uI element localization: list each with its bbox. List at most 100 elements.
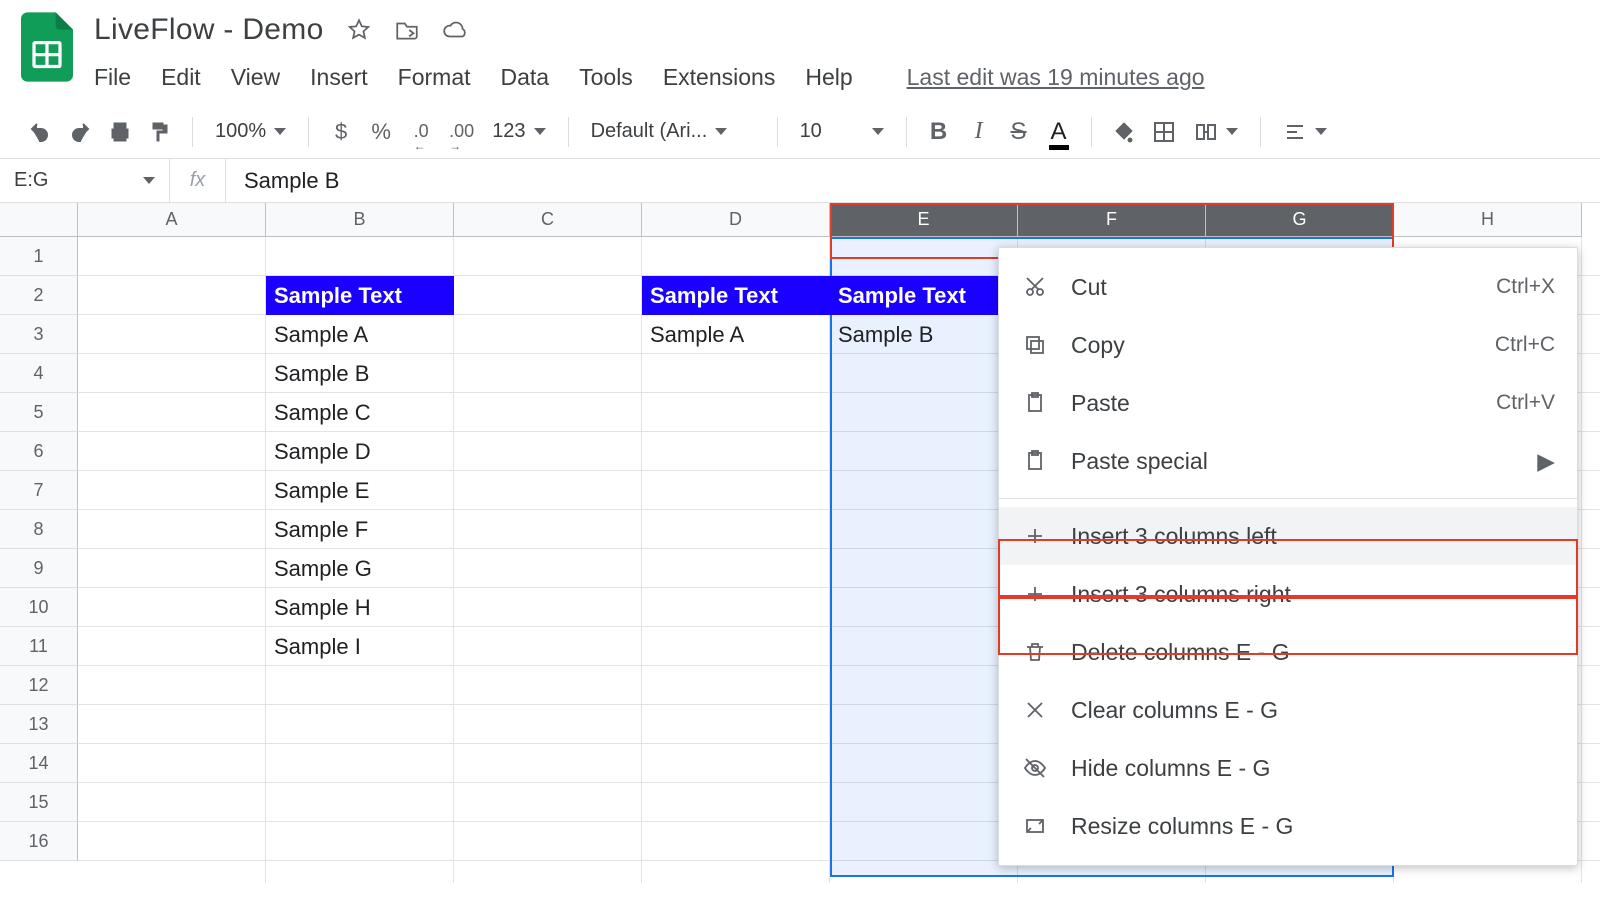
row-header[interactable]: 4 xyxy=(0,354,78,393)
row-header[interactable]: 15 xyxy=(0,783,78,822)
row-header[interactable]: 9 xyxy=(0,549,78,588)
bold-button[interactable]: B xyxy=(921,112,957,152)
decrease-decimal-button[interactable]: .0← xyxy=(403,112,439,152)
ctx-clear-columns[interactable]: Clear columns E - G xyxy=(999,681,1577,739)
caret-down-icon xyxy=(872,128,884,135)
cell-d3[interactable]: Sample A xyxy=(642,315,830,354)
row-header[interactable]: 3 xyxy=(0,315,78,354)
select-all-corner[interactable] xyxy=(0,203,78,237)
toolbar: 100% $ % .0← .00→ 123 Default (Ari... 10… xyxy=(0,105,1600,159)
col-header-b[interactable]: B xyxy=(266,203,454,237)
horizontal-align-button[interactable] xyxy=(1275,112,1335,152)
ctx-hide-columns[interactable]: Hide columns E - G xyxy=(999,739,1577,797)
cell-b2[interactable]: Sample Text xyxy=(266,276,454,315)
paint-format-button[interactable] xyxy=(142,112,178,152)
resize-icon xyxy=(1021,812,1049,840)
menu-view[interactable]: View xyxy=(231,64,280,91)
ctx-insert-columns-left[interactable]: Insert 3 columns left xyxy=(999,507,1577,565)
menu-tools[interactable]: Tools xyxy=(579,64,633,91)
row-header[interactable]: 6 xyxy=(0,432,78,471)
col-header-f[interactable]: F xyxy=(1018,203,1206,237)
menu-file[interactable]: File xyxy=(94,64,131,91)
col-header-c[interactable]: C xyxy=(454,203,642,237)
col-header-d[interactable]: D xyxy=(642,203,830,237)
document-title[interactable]: LiveFlow - Demo xyxy=(94,13,324,47)
caret-down-icon xyxy=(143,177,155,184)
menu-insert[interactable]: Insert xyxy=(310,64,368,91)
caret-down-icon xyxy=(534,128,546,135)
cell-b3[interactable]: Sample A xyxy=(266,315,454,354)
col-header-a[interactable]: A xyxy=(78,203,266,237)
italic-button[interactable]: I xyxy=(961,112,997,152)
cell-e2[interactable]: Sample Text xyxy=(830,276,1018,315)
col-header-g[interactable]: G xyxy=(1206,203,1394,237)
ctx-copy[interactable]: Copy Ctrl+C xyxy=(999,316,1577,374)
row-header[interactable]: 8 xyxy=(0,510,78,549)
row-header[interactable]: 11 xyxy=(0,627,78,666)
last-edit-link[interactable]: Last edit was 19 minutes ago xyxy=(907,64,1205,91)
move-icon[interactable] xyxy=(394,17,420,43)
text-color-button[interactable]: A xyxy=(1041,112,1077,152)
print-button[interactable] xyxy=(102,112,138,152)
row-header[interactable]: 10 xyxy=(0,588,78,627)
row-header[interactable]: 7 xyxy=(0,471,78,510)
plus-icon xyxy=(1021,580,1049,608)
row-header[interactable]: 14 xyxy=(0,744,78,783)
cell-b9[interactable]: Sample G xyxy=(266,549,454,588)
percent-button[interactable]: % xyxy=(363,112,399,152)
ctx-insert-left-label: Insert 3 columns left xyxy=(1071,523,1555,550)
cell-b4[interactable]: Sample B xyxy=(266,354,454,393)
menu-edit[interactable]: Edit xyxy=(161,64,201,91)
row-header[interactable]: 2 xyxy=(0,276,78,315)
row-header[interactable]: 5 xyxy=(0,393,78,432)
spreadsheet-grid[interactable]: A B C D E F G H 1 2 3 4 5 6 7 8 9 10 11 … xyxy=(0,203,1600,883)
ctx-paste-special-label: Paste special xyxy=(1071,448,1515,475)
merge-button[interactable] xyxy=(1186,112,1246,152)
ctx-paste[interactable]: Paste Ctrl+V xyxy=(999,374,1577,432)
cell-b10[interactable]: Sample H xyxy=(266,588,454,627)
col-header-h[interactable]: H xyxy=(1394,203,1582,237)
font-select[interactable]: Default (Ari... xyxy=(583,112,763,152)
cell-d2[interactable]: Sample Text xyxy=(642,276,830,315)
star-icon[interactable] xyxy=(346,17,372,43)
font-size-select[interactable]: 10 xyxy=(792,112,892,152)
ctx-paste-special[interactable]: Paste special ▶ xyxy=(999,432,1577,490)
zoom-select[interactable]: 100% xyxy=(207,112,294,152)
menu-help[interactable]: Help xyxy=(805,64,852,91)
menu-extensions[interactable]: Extensions xyxy=(663,64,776,91)
strikethrough-button[interactable]: S xyxy=(1001,112,1037,152)
ctx-resize-columns[interactable]: Resize columns E - G xyxy=(999,797,1577,855)
row-header[interactable]: 16 xyxy=(0,822,78,861)
col-header-e[interactable]: E xyxy=(830,203,1018,237)
zoom-value: 100% xyxy=(215,120,266,143)
cell-b6[interactable]: Sample D xyxy=(266,432,454,471)
cell-b5[interactable]: Sample C xyxy=(266,393,454,432)
ctx-insert-columns-right[interactable]: Insert 3 columns right xyxy=(999,565,1577,623)
undo-button[interactable] xyxy=(22,112,58,152)
number-format-select[interactable]: 123 xyxy=(484,112,553,152)
redo-button[interactable] xyxy=(62,112,98,152)
currency-button[interactable]: $ xyxy=(323,112,359,152)
cell-b8[interactable]: Sample F xyxy=(266,510,454,549)
number-format-value: 123 xyxy=(492,120,525,143)
cell-e3[interactable]: Sample B xyxy=(830,315,1018,354)
cell-b7[interactable]: Sample E xyxy=(266,471,454,510)
ctx-cut[interactable]: Cut Ctrl+X xyxy=(999,258,1577,316)
trash-icon xyxy=(1021,638,1049,666)
ctx-delete-columns[interactable]: Delete columns E - G xyxy=(999,623,1577,681)
fill-color-button[interactable] xyxy=(1106,112,1142,152)
borders-button[interactable] xyxy=(1146,112,1182,152)
ctx-resize-label: Resize columns E - G xyxy=(1071,813,1555,840)
row-header[interactable]: 12 xyxy=(0,666,78,705)
cells-area[interactable]: Sample Text Sample Text Sample Text Samp… xyxy=(78,237,1600,883)
row-header[interactable]: 13 xyxy=(0,705,78,744)
menu-format[interactable]: Format xyxy=(398,64,471,91)
name-box[interactable]: E:G xyxy=(0,159,170,202)
formula-input[interactable]: Sample B xyxy=(226,159,1600,202)
menu-data[interactable]: Data xyxy=(501,64,550,91)
cloud-status-icon[interactable] xyxy=(442,17,468,43)
cell-b11[interactable]: Sample I xyxy=(266,627,454,666)
increase-decimal-button[interactable]: .00→ xyxy=(443,112,480,152)
sheets-logo-icon[interactable] xyxy=(18,10,76,84)
row-header[interactable]: 1 xyxy=(0,237,78,276)
